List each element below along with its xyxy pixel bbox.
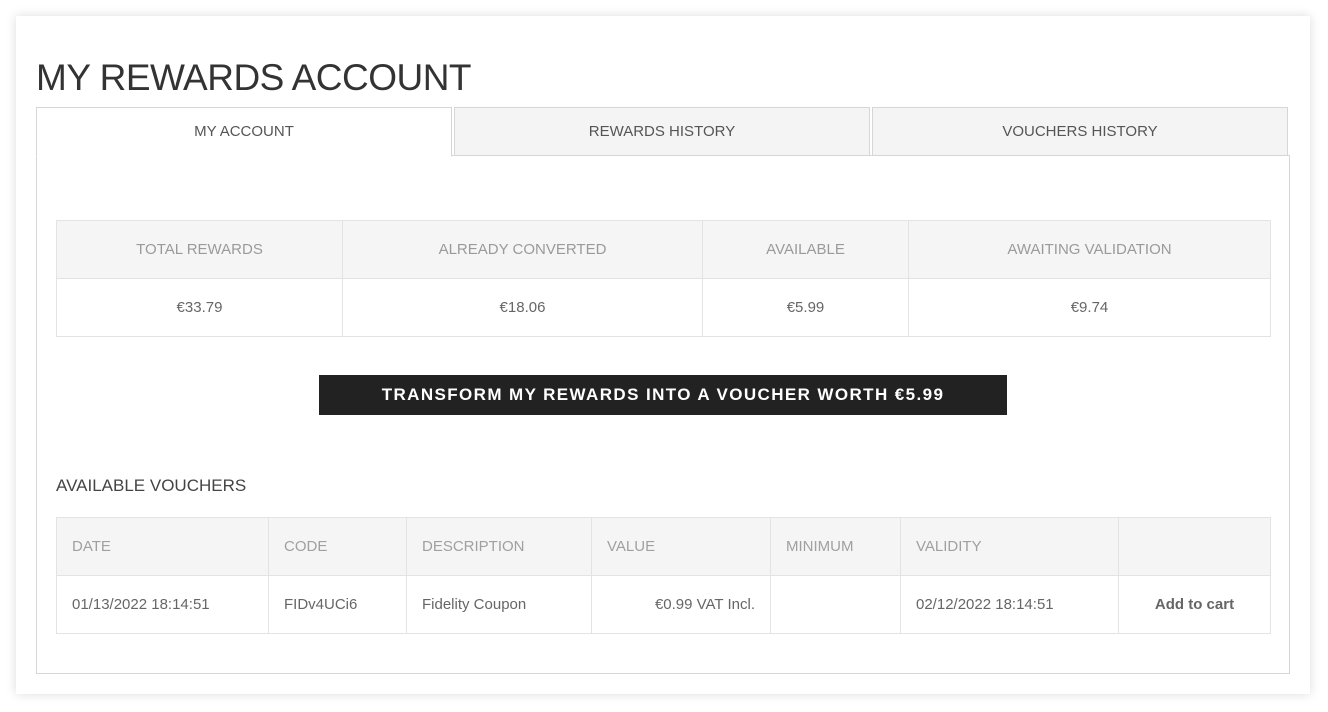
header-action xyxy=(1118,517,1271,576)
voucher-description: Fidelity Coupon xyxy=(406,575,592,634)
vouchers-header-row: DATE CODE DESCRIPTION VALUE MINIMUM VALI… xyxy=(56,517,1271,576)
voucher-validity: 02/12/2022 18:14:51 xyxy=(900,575,1119,634)
summary-values-row: €33.79 €18.06 €5.99 €9.74 xyxy=(56,278,1271,337)
rewards-card: MY REWARDS ACCOUNT MY ACCOUNT REWARDS HI… xyxy=(16,16,1310,694)
available-value: €5.99 xyxy=(702,278,909,337)
table-row: 01/13/2022 18:14:51 FIDv4UCi6 Fidelity C… xyxy=(56,575,1271,634)
tab-vouchers-history[interactable]: VOUCHERS HISTORY xyxy=(872,107,1288,156)
already-converted-value: €18.06 xyxy=(342,278,703,337)
voucher-minimum xyxy=(770,575,901,634)
header-awaiting-validation: AWAITING VALIDATION xyxy=(908,220,1271,279)
transform-rewards-button[interactable]: TRANSFORM MY REWARDS INTO A VOUCHER WORT… xyxy=(319,375,1007,415)
add-to-cart-link[interactable]: Add to cart xyxy=(1155,596,1234,613)
header-value: VALUE xyxy=(591,517,771,576)
tab-bar: MY ACCOUNT REWARDS HISTORY VOUCHERS HIST… xyxy=(36,107,1288,157)
voucher-code: FIDv4UCi6 xyxy=(268,575,407,634)
summary-header-row: TOTAL REWARDS ALREADY CONVERTED AVAILABL… xyxy=(56,220,1271,279)
awaiting-validation-value: €9.74 xyxy=(908,278,1271,337)
tab-panel-my-account: TOTAL REWARDS ALREADY CONVERTED AVAILABL… xyxy=(36,155,1290,674)
total-rewards-value: €33.79 xyxy=(56,278,343,337)
voucher-value: €0.99 VAT Incl. xyxy=(591,575,771,634)
header-available: AVAILABLE xyxy=(702,220,909,279)
header-validity: VALIDITY xyxy=(900,517,1119,576)
tab-my-account[interactable]: MY ACCOUNT xyxy=(36,107,452,157)
rewards-summary-table: TOTAL REWARDS ALREADY CONVERTED AVAILABL… xyxy=(56,220,1271,337)
header-already-converted: ALREADY CONVERTED xyxy=(342,220,703,279)
voucher-date: 01/13/2022 18:14:51 xyxy=(56,575,269,634)
header-total-rewards: TOTAL REWARDS xyxy=(56,220,343,279)
page-title: MY REWARDS ACCOUNT xyxy=(36,57,472,98)
vouchers-table: DATE CODE DESCRIPTION VALUE MINIMUM VALI… xyxy=(56,517,1271,634)
header-code: CODE xyxy=(268,517,407,576)
header-date: DATE xyxy=(56,517,269,576)
available-vouchers-title: AVAILABLE VOUCHERS xyxy=(56,476,247,495)
header-description: DESCRIPTION xyxy=(406,517,592,576)
header-minimum: MINIMUM xyxy=(770,517,901,576)
tab-rewards-history[interactable]: REWARDS HISTORY xyxy=(454,107,870,156)
voucher-action-cell: Add to cart xyxy=(1118,575,1271,634)
